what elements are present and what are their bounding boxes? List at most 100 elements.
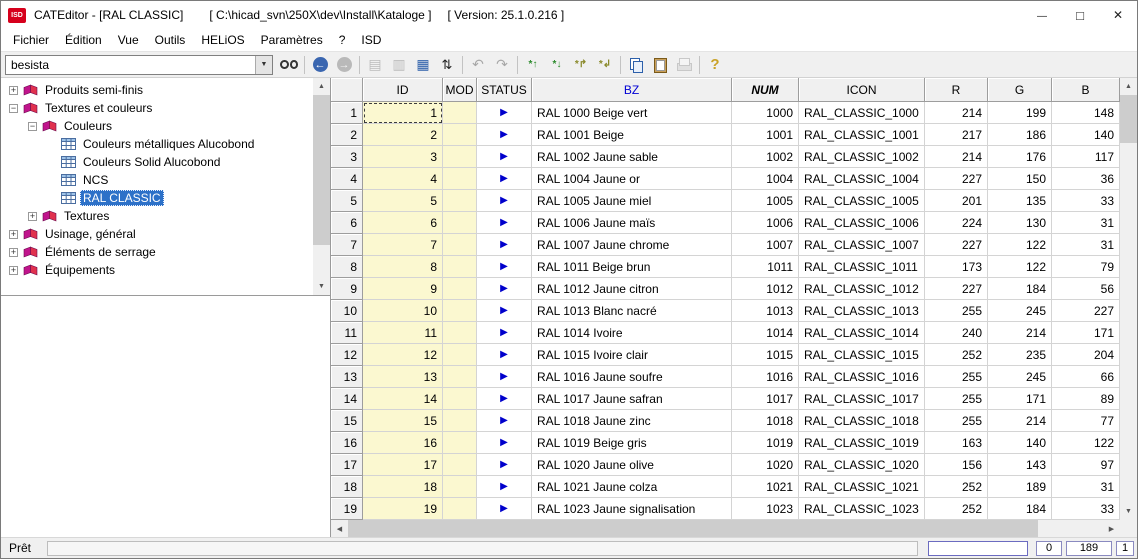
cell-b[interactable]: 227: [1052, 300, 1120, 322]
column-header-r[interactable]: R: [925, 78, 988, 102]
cell-id[interactable]: 11: [363, 322, 443, 344]
cell-num[interactable]: 1014: [732, 322, 799, 344]
cell-status[interactable]: ▶: [477, 146, 532, 168]
tree-item-produits-semi-finis[interactable]: +Produits semi-finis: [1, 81, 313, 99]
cell-id[interactable]: 17: [363, 454, 443, 476]
cell-id[interactable]: 2: [363, 124, 443, 146]
cell-bz[interactable]: RAL 1011 Beige brun: [532, 256, 732, 278]
cell-r[interactable]: 214: [925, 102, 988, 124]
cell-icon[interactable]: RAL_CLASSIC_1013: [799, 300, 925, 322]
cell-bz[interactable]: RAL 1015 Ivoire clair: [532, 344, 732, 366]
expand-icon[interactable]: +: [9, 230, 18, 239]
row-selector[interactable]: 14: [331, 388, 363, 410]
cell-icon[interactable]: RAL_CLASSIC_1004: [799, 168, 925, 190]
row-selector[interactable]: 7: [331, 234, 363, 256]
tree-scrollbar[interactable]: ▲ ▼: [313, 78, 330, 295]
cell-id[interactable]: 12: [363, 344, 443, 366]
row-selector[interactable]: 8: [331, 256, 363, 278]
cell-status[interactable]: ▶: [477, 124, 532, 146]
row-selector[interactable]: 10: [331, 300, 363, 322]
cell-num[interactable]: 1006: [732, 212, 799, 234]
cell-num[interactable]: 1005: [732, 190, 799, 212]
cell-id[interactable]: 1: [363, 102, 443, 124]
row-selector[interactable]: 17: [331, 454, 363, 476]
help-button[interactable]: [703, 54, 727, 76]
scrollbar-thumb[interactable]: [348, 520, 1038, 537]
cell-bz[interactable]: RAL 1019 Beige gris: [532, 432, 732, 454]
cell-g[interactable]: 143: [988, 454, 1052, 476]
cell-b[interactable]: 79: [1052, 256, 1120, 278]
tree-item-couleurs-solid-alucobond[interactable]: Couleurs Solid Alucobond: [1, 153, 313, 171]
cell-r[interactable]: 217: [925, 124, 988, 146]
cell-r[interactable]: 252: [925, 344, 988, 366]
cell-mod[interactable]: [443, 300, 477, 322]
scrollbar-track[interactable]: [313, 95, 330, 278]
cell-icon[interactable]: RAL_CLASSIC_1016: [799, 366, 925, 388]
cell-num[interactable]: 1004: [732, 168, 799, 190]
expand-icon[interactable]: +: [9, 248, 18, 257]
cell-b[interactable]: 148: [1052, 102, 1120, 124]
cell-status[interactable]: ▶: [477, 212, 532, 234]
back-button[interactable]: [308, 54, 332, 76]
cell-status[interactable]: ▶: [477, 454, 532, 476]
tree-item-textures[interactable]: +Textures: [1, 207, 313, 225]
cell-mod[interactable]: [443, 124, 477, 146]
cell-bz[interactable]: RAL 1014 Ivoire: [532, 322, 732, 344]
menu-fichier[interactable]: Fichier: [5, 31, 57, 49]
cell-id[interactable]: 8: [363, 256, 443, 278]
cell-r[interactable]: 255: [925, 410, 988, 432]
cell-b[interactable]: 66: [1052, 366, 1120, 388]
cell-icon[interactable]: RAL_CLASSIC_1012: [799, 278, 925, 300]
cell-mod[interactable]: [443, 168, 477, 190]
cell-status[interactable]: ▶: [477, 256, 532, 278]
tree-item-textures-et-couleurs[interactable]: −Textures et couleurs: [1, 99, 313, 117]
cell-r[interactable]: 163: [925, 432, 988, 454]
cell-b[interactable]: 89: [1052, 388, 1120, 410]
cell-mod[interactable]: [443, 366, 477, 388]
cell-icon[interactable]: RAL_CLASSIC_1021: [799, 476, 925, 498]
cell-r[interactable]: 252: [925, 476, 988, 498]
cell-icon[interactable]: RAL_CLASSIC_1023: [799, 498, 925, 520]
cell-bz[interactable]: RAL 1016 Jaune soufre: [532, 366, 732, 388]
cell-r[interactable]: 240: [925, 322, 988, 344]
cell-g[interactable]: 186: [988, 124, 1052, 146]
cell-mod[interactable]: [443, 454, 477, 476]
row-selector[interactable]: 9: [331, 278, 363, 300]
cell-b[interactable]: 31: [1052, 476, 1120, 498]
expand-icon[interactable]: +: [28, 212, 37, 221]
cell-mod[interactable]: [443, 256, 477, 278]
cell-num[interactable]: 1018: [732, 410, 799, 432]
row-selector[interactable]: 3: [331, 146, 363, 168]
chevron-down-icon[interactable]: ▼: [255, 56, 272, 74]
cell-bz[interactable]: RAL 1007 Jaune chrome: [532, 234, 732, 256]
cell-id[interactable]: 6: [363, 212, 443, 234]
copy-button[interactable]: [624, 54, 648, 76]
cell-bz[interactable]: RAL 1017 Jaune safran: [532, 388, 732, 410]
cell-g[interactable]: 135: [988, 190, 1052, 212]
cell-bz[interactable]: RAL 1013 Blanc nacré: [532, 300, 732, 322]
cell-id[interactable]: 14: [363, 388, 443, 410]
cell-status[interactable]: ▶: [477, 498, 532, 520]
cell-id[interactable]: 13: [363, 366, 443, 388]
cell-g[interactable]: 171: [988, 388, 1052, 410]
cell-g[interactable]: 214: [988, 322, 1052, 344]
row-selector[interactable]: 5: [331, 190, 363, 212]
cell-id[interactable]: 19: [363, 498, 443, 520]
cell-g[interactable]: 150: [988, 168, 1052, 190]
cell-g[interactable]: 176: [988, 146, 1052, 168]
cell-status[interactable]: ▶: [477, 410, 532, 432]
cell-g[interactable]: 184: [988, 498, 1052, 520]
scroll-up-icon[interactable]: ▲: [313, 78, 330, 95]
row-selector[interactable]: 13: [331, 366, 363, 388]
cell-mod[interactable]: [443, 432, 477, 454]
cell-status[interactable]: ▶: [477, 278, 532, 300]
cell-status[interactable]: ▶: [477, 190, 532, 212]
cell-r[interactable]: 252: [925, 498, 988, 520]
cell-status[interactable]: ▶: [477, 168, 532, 190]
cell-b[interactable]: 31: [1052, 212, 1120, 234]
cell-r[interactable]: 173: [925, 256, 988, 278]
cell-b[interactable]: 117: [1052, 146, 1120, 168]
scrollbar-thumb[interactable]: [313, 95, 330, 245]
menu-helios[interactable]: HELiOS: [193, 31, 252, 49]
column-header-g[interactable]: G: [988, 78, 1052, 102]
